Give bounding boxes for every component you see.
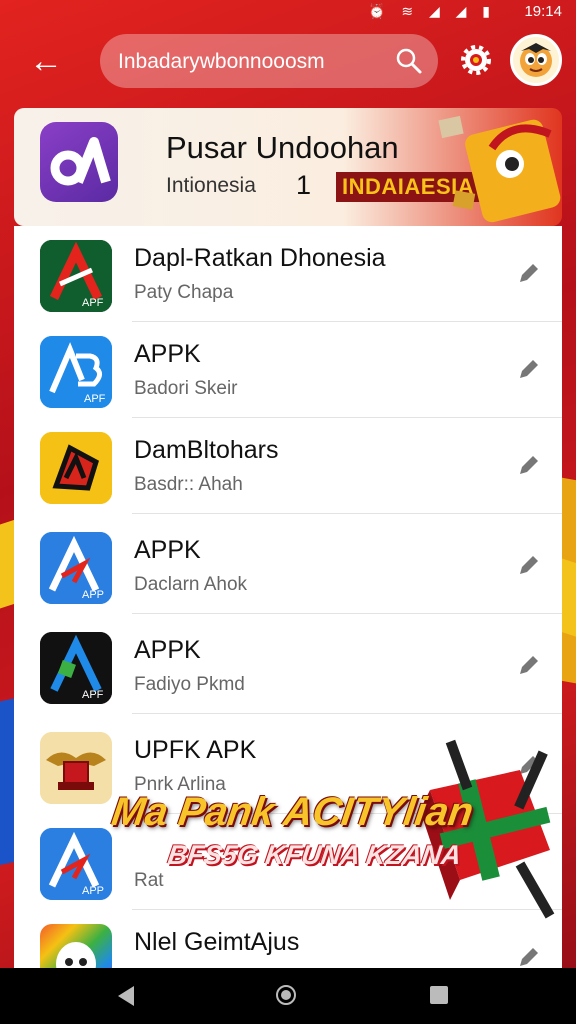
status-icons: ⏰ ≋ ◢ ◢ ▮ [368,3,496,19]
list-item[interactable]: APF APPK Fadiyo Pkmd [14,618,562,714]
list-item[interactable]: DamBltohars Basdr:: Ahah [14,418,562,514]
banner-number: 1 [296,170,312,200]
back-arrow-icon[interactable]: ← [26,42,66,82]
svg-text:APF: APF [84,393,106,405]
edit-pencil-icon[interactable] [516,944,542,968]
app-name: APPK [134,340,201,368]
svg-text:APP: APP [82,589,104,601]
list-item[interactable]: APF Dapl-Ratkan Dhonesia Paty Chapa [14,226,562,322]
app-icon: APP [40,532,112,604]
top-bar: ← Inbadarywbonnooosm [0,30,576,94]
gear-icon[interactable] [458,42,494,78]
app-icon [40,432,112,504]
app-logo-icon [40,432,112,504]
promo-subline: BFS5G KFUNA KZANA [165,840,464,870]
svg-text:APF: APF [82,297,104,309]
app-publisher: Daclarn Ahok [134,574,248,595]
garuda-emblem-icon [40,732,112,804]
search-input[interactable]: Inbadarywbonnooosm [118,50,325,74]
app-icon: APF [40,632,112,704]
app-logo-icon: APP [40,828,112,900]
divider [132,713,562,714]
promo-headline: Ma Pank ACITYlian [108,790,476,834]
app-logo-icon: APF [40,240,112,312]
nav-back-icon[interactable] [118,986,134,1006]
app-name: DamBltohars [134,436,279,464]
status-bar: ⏰ ≋ ◢ ◢ ▮ 19:14 [0,0,576,24]
app-name: APPK [134,536,201,564]
nav-home-icon[interactable] [276,985,296,1005]
system-nav-bar [0,968,576,1024]
app-icon: APF [40,336,112,408]
app-publisher: Basdr:: Ahah [134,474,243,495]
ghost-face-icon [56,942,96,968]
avatar[interactable] [510,34,562,86]
banner-title: Pusar Undoohan [166,130,399,165]
svg-text:APP: APP [82,885,104,897]
app-publisher: Fadiyo Pkmd [134,674,245,695]
list-item[interactable]: APF APPK Badori Skeir [14,322,562,418]
featured-banner[interactable]: Pusar Undoohan Intionesia 1 INDAIAESIA [14,108,562,226]
app-logo-icon: APF [40,632,112,704]
app-publisher: Paty Chapa [134,282,234,303]
app-icon [40,924,112,968]
status-time: 19:14 [524,3,562,20]
app-icon: APP [40,828,112,900]
app-name: Nlel GeimtAjus [134,928,300,956]
edit-pencil-icon[interactable] [516,260,542,286]
app-publisher: Badori Skeir [134,378,238,399]
app-name: APPK [134,636,201,664]
app-icon [40,732,112,804]
edit-pencil-icon[interactable] [516,356,542,382]
list-item[interactable]: APP APPK Daclarn Ahok [14,518,562,614]
search-icon[interactable] [394,46,424,76]
divider [132,613,562,614]
svg-text:APF: APF [82,689,104,701]
store-logo-icon [40,122,118,202]
promo-banner[interactable]: Ma Pank ACITYlian BFS5G KFUNA KZANA [108,790,512,890]
edit-pencil-icon[interactable] [516,652,542,678]
edit-pencil-icon[interactable] [516,452,542,478]
avatar-face-icon [520,43,552,77]
divider [132,513,562,514]
app-logo-icon: APP [40,532,112,604]
app-name: UPFK APK [134,736,257,764]
banner-subtitle: Intionesia [166,174,256,197]
app-name: Dapl-Ratkan Dhonesia [134,244,386,272]
app-logo-icon: APF [40,336,112,408]
app-icon: APF [40,240,112,312]
search-bar[interactable]: Inbadarywbonnooosm [100,34,438,88]
edit-pencil-icon[interactable] [516,552,542,578]
mascot-icon [438,115,561,223]
nav-recents-icon[interactable] [430,986,448,1004]
